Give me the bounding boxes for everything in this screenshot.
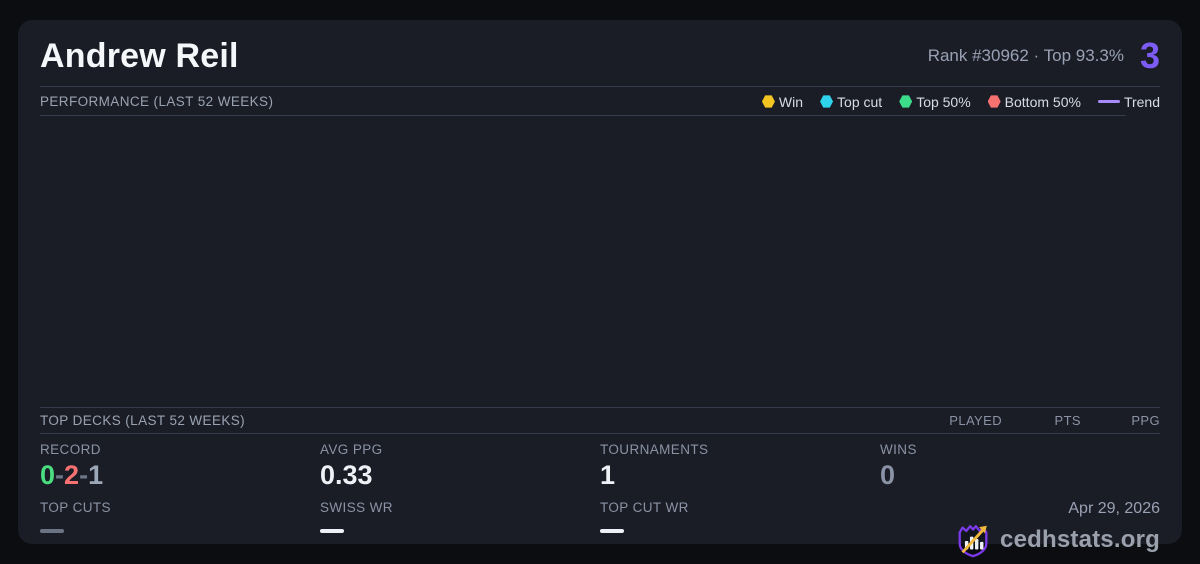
top-decks-columns: PLAYED PTS PPG [923, 413, 1160, 428]
top-decks-header-row: TOP DECKS (LAST 52 WEEKS) PLAYED PTS PPG [40, 407, 1160, 434]
stat-label: RECORD [40, 442, 101, 457]
legend-label: Bottom 50% [1004, 93, 1081, 110]
legend-item-trend: Trend [1097, 93, 1160, 110]
stat-label: SWISS WR [320, 500, 393, 516]
player-name: Andrew Reil [40, 36, 239, 75]
stat-top-cut-wr: TOP CUT WR [600, 500, 880, 559]
legend-item-top-cut: Top cut [820, 94, 882, 110]
rank-meta: Rank #30962 · Top 93.3% 3 [928, 38, 1160, 74]
legend-label: Top cut [837, 93, 883, 110]
stat-record: RECORD 0-2-1 [40, 442, 320, 491]
record-losses: 2 [64, 460, 80, 490]
column-header-pts: PTS [1054, 413, 1081, 428]
rank-text: Rank #30962 · Top 93.3% [927, 46, 1124, 65]
performance-title: PERFORMANCE (LAST 52 WEEKS) [40, 94, 274, 109]
generated-date: Apr 29, 2026 [1068, 500, 1160, 518]
wins-value: 0 [880, 460, 896, 490]
top-cuts-empty-value [40, 529, 64, 534]
legend-label: Win [778, 93, 804, 110]
legend-label: Top 50% [916, 93, 971, 110]
performance-chart-area [40, 116, 1160, 407]
column-header-ppg: PPG [1131, 413, 1160, 428]
swiss-wr-empty-value [320, 529, 344, 534]
stat-avg-ppg: AVG PPG 0.33 [320, 442, 600, 491]
trend-line-icon [1097, 100, 1120, 103]
summary-stats: RECORD 0-2-1 AVG PPG 0.33 TOURNAMENTS 1 … [40, 434, 1160, 559]
stat-label: WINS [880, 442, 917, 457]
stat-label: TOP CUTS [40, 500, 111, 516]
stat-wins: WINS 0 [880, 442, 1160, 491]
footer: Apr 29, 2026 cedhstats.org [880, 500, 1160, 559]
stat-swiss-wr: SWISS WR [320, 500, 600, 559]
record-separator: - [55, 460, 65, 490]
stat-label: AVG PPG [320, 442, 383, 457]
record-draws: 1 [88, 460, 104, 490]
record-separator: - [79, 460, 89, 490]
top-cut-dot-icon [820, 95, 834, 108]
performance-header-row: PERFORMANCE (LAST 52 WEEKS) Win Top cut … [40, 87, 1160, 116]
chart-legend: Win Top cut Top 50% Bottom 50% Trend [761, 93, 1160, 110]
top-50-dot-icon [899, 95, 913, 108]
card-header: Andrew Reil Rank #30962 · Top 93.3% 3 [40, 20, 1160, 87]
legend-item-win: Win [761, 93, 804, 110]
cedhstats-logo-icon [958, 525, 988, 558]
score-badge: 3 [1139, 35, 1160, 76]
brand-name: cedhstats.org [1000, 526, 1160, 554]
top-cut-wr-empty-value [600, 529, 624, 534]
bottom-50-dot-icon [987, 95, 1001, 108]
stat-label: TOP CUT WR [600, 500, 689, 516]
record-value: 0-2-1 [40, 460, 320, 491]
brand: cedhstats.org [880, 521, 1160, 559]
legend-label: Trend [1123, 93, 1160, 110]
record-wins: 0 [40, 460, 56, 490]
stat-top-cuts: TOP CUTS [40, 500, 320, 559]
stats-row-1: RECORD 0-2-1 AVG PPG 0.33 TOURNAMENTS 1 … [40, 442, 1160, 491]
stat-tournaments: TOURNAMENTS 1 [600, 442, 880, 491]
tournaments-value: 1 [600, 460, 616, 490]
column-header-played: PLAYED [949, 413, 1002, 428]
player-stats-card: Andrew Reil Rank #30962 · Top 93.3% 3 PE… [18, 20, 1182, 558]
win-dot-icon [761, 95, 775, 108]
avg-ppg-value: 0.33 [320, 460, 373, 490]
legend-item-bottom-50: Bottom 50% [987, 93, 1081, 110]
stats-row-2: TOP CUTS SWISS WR TOP CUT WR Apr 29, 202… [40, 500, 1160, 559]
stat-label: TOURNAMENTS [600, 442, 709, 457]
top-decks-title: TOP DECKS (LAST 52 WEEKS) [40, 413, 246, 428]
legend-item-top-50: Top 50% [899, 93, 971, 110]
